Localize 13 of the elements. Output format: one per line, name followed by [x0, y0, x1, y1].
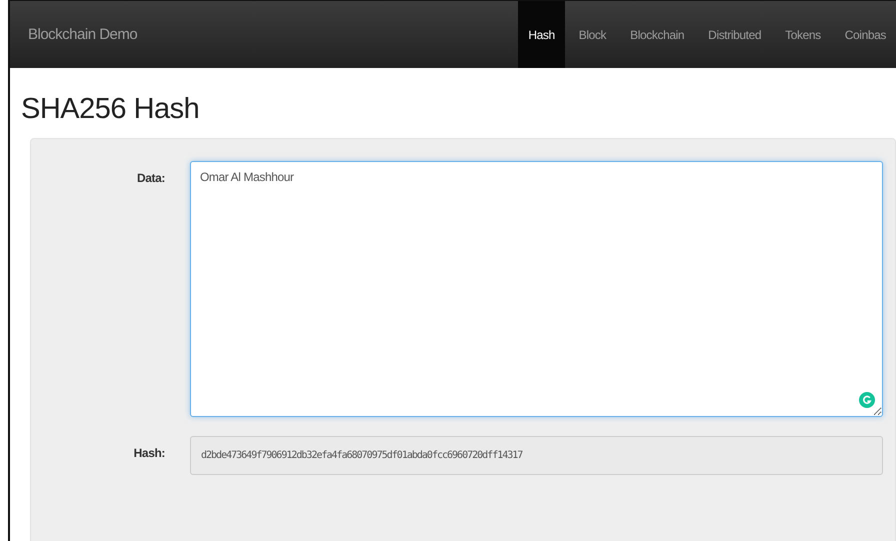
field-label: Data: [136, 170, 165, 185]
field-label: Hash: [132, 445, 165, 460]
hash-output-field[interactable]: d2bde473649f7906912db32efa4fa68070975df01abda0fcc6960720dff14317 [190, 436, 883, 475]
brand-link[interactable]: Blockchain Demo [28, 26, 138, 43]
grammar-assistant-icon[interactable] [859, 392, 875, 408]
page-title: SHA256 Hash [20, 92, 200, 127]
nav-tab[interactable]: Hash [518, 1, 565, 68]
nav-tab[interactable]: Coinbas [834, 1, 896, 68]
nav-tab[interactable]: Blockchain [620, 1, 694, 68]
data-input-field[interactable]: Omar Al Mashhour [190, 161, 883, 417]
nav-tab[interactable]: Block [568, 1, 616, 68]
nav-tab[interactable]: Tokens [775, 1, 831, 68]
nav-tab[interactable]: Distributed [698, 1, 772, 68]
